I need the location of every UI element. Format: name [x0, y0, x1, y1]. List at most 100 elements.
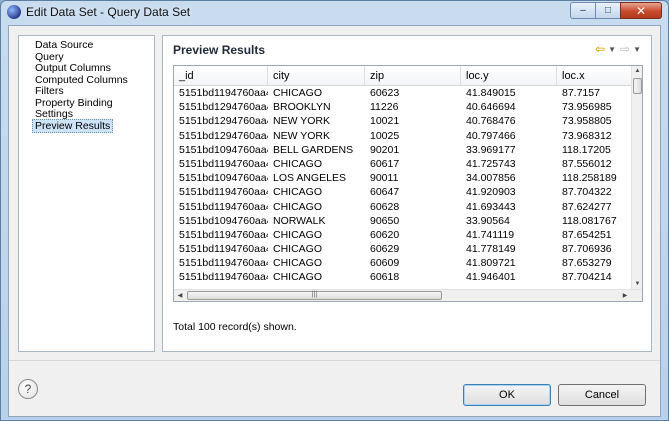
table-row[interactable]: 5151bd1194760aa4... CHICAGO 60617 41.725743… [174, 157, 634, 171]
cell-loc-x: 87.7157 [562, 87, 600, 99]
cell-id: 5151bd1194760aa4... [179, 243, 268, 256]
cell-id: 5151bd1094760aa4... [179, 214, 268, 227]
back-dropdown-icon[interactable]: ▼ [608, 45, 616, 54]
table-row[interactable]: 5151bd1094760aa4... BELL GARDENS 90201 33.9… [174, 143, 634, 157]
table-row[interactable]: 5151bd1194760aa4... CHICAGO 60620 41.741119… [174, 228, 634, 242]
button-bar: ? OK Cancel [9, 360, 660, 416]
forward-arrow-icon[interactable]: ⇨ [620, 42, 630, 56]
nav-item-label: Computed Columns [35, 73, 128, 86]
window-title: Edit Data Set - Query Data Set [26, 5, 191, 19]
minimize-button[interactable]: – [570, 2, 596, 19]
horizontal-scrollbar[interactable]: ◀ ||| ▶ [174, 289, 642, 301]
table-row[interactable]: 5151bd1194760aa4... CHICAGO 60647 41.920903… [174, 185, 634, 199]
cell-zip: 90011 [370, 172, 399, 185]
cell-zip: 60620 [370, 228, 400, 241]
results-table[interactable]: _id city zip loc.y loc.x 5151bd1194760aa… [173, 65, 643, 302]
scroll-right-arrow-icon[interactable]: ▶ [619, 290, 631, 301]
record-count-status: Total 100 record(s) shown. [173, 321, 297, 333]
cell-loc-y: 40.768476 [466, 115, 516, 128]
cell-loc-y: 41.778149 [466, 243, 516, 256]
table-row[interactable]: 5151bd1194760aa4... CHICAGO 60623 41.849015… [174, 86, 634, 100]
cell-id: 5151bd1194760aa4... [179, 228, 268, 241]
cell-city: CHICAGO [273, 257, 323, 270]
table-row[interactable]: 5151bd1094760aa4... LOS ANGELES 90011 34.00… [174, 171, 634, 185]
nav-item-label: Data Source [35, 39, 94, 51]
cell-loc-y: 41.741119 [466, 228, 515, 241]
cell-id: 5151bd1194760aa4... [179, 87, 268, 99]
cell-city: NEW YORK [273, 115, 330, 128]
cell-city: CHICAGO [273, 157, 323, 170]
cell-zip: 90201 [370, 143, 400, 156]
nav-item-label: Filters [35, 85, 64, 97]
cell-id: 5151bd1194760aa4... [179, 271, 268, 284]
cell-id: 5151bd1194760aa4... [179, 186, 268, 199]
cell-zip: 60617 [370, 157, 400, 170]
cell-city: LOS ANGELES [273, 172, 346, 185]
cell-id: 5151bd1194760aa4... [179, 200, 268, 213]
table-row[interactable]: 5151bd1294760aa4... BROOKLYN 11226 40.64669… [174, 100, 634, 114]
cell-loc-y: 41.725743 [466, 157, 516, 170]
close-button[interactable]: ✕ [620, 2, 662, 19]
scroll-left-arrow-icon[interactable]: ◀ [174, 290, 186, 301]
cell-city: CHICAGO [273, 243, 323, 256]
preview-results-panel: Preview Results ⇦ ▼ ⇨ ▼ _id city zip loc… [162, 35, 652, 352]
cell-loc-x: 87.654251 [562, 228, 612, 241]
table-row[interactable]: 5151bd1194760aa4... CHICAGO 60629 41.778149… [174, 242, 634, 256]
column-header-city[interactable]: city [268, 66, 365, 86]
ok-button[interactable]: OK [463, 384, 551, 406]
horizontal-scroll-thumb[interactable]: ||| [187, 291, 442, 300]
title-bar[interactable]: Edit Data Set - Query Data Set – □ ✕ [1, 1, 668, 23]
cell-zip: 60609 [370, 257, 400, 270]
cell-loc-x: 87.704214 [562, 271, 612, 284]
cell-loc-y: 40.797466 [466, 129, 516, 142]
cell-id: 5151bd1194760aa4... [179, 157, 268, 170]
column-header-id[interactable]: _id [174, 66, 268, 86]
table-body: 5151bd1194760aa4... CHICAGO 60623 41.849015… [174, 86, 634, 285]
help-icon[interactable]: ? [18, 379, 38, 399]
table-row[interactable]: 5151bd1094760aa4... NORWALK 90650 33.90564 1… [174, 214, 634, 228]
vertical-scroll-thumb[interactable] [633, 78, 642, 94]
table-row[interactable]: 5151bd1194760aa4... CHICAGO 60609 41.809721… [174, 256, 634, 270]
cell-zip: 60629 [370, 243, 400, 256]
maximize-button[interactable]: □ [595, 2, 621, 19]
column-header-zip[interactable]: zip [365, 66, 461, 86]
cell-loc-y: 41.809721 [466, 257, 516, 270]
back-arrow-icon[interactable]: ⇦ [595, 42, 605, 56]
cell-loc-x: 118.081767 [562, 214, 617, 227]
column-header-loc-x[interactable]: loc.x [557, 66, 634, 86]
cell-zip: 11226 [370, 101, 399, 114]
cell-id: 5151bd1094760aa4... [179, 172, 268, 185]
cell-city: CHICAGO [273, 87, 323, 99]
cell-id: 5151bd1194760aa4... [179, 257, 268, 270]
cell-loc-x: 87.653279 [562, 257, 612, 270]
column-header-loc-y[interactable]: loc.y [461, 66, 557, 86]
page-navigation-list: Data Source Query Output Columns Compute… [18, 35, 155, 352]
forward-dropdown-icon[interactable]: ▼ [633, 45, 641, 54]
cell-loc-x: 87.624277 [562, 200, 612, 213]
table-row[interactable]: 5151bd1294760aa4... NEW YORK 10021 40.76847… [174, 114, 634, 128]
cell-zip: 60647 [370, 186, 400, 199]
table-row[interactable]: 5151bd1294760aa4... NEW YORK 10025 40.79746… [174, 129, 634, 143]
cell-loc-y: 33.969177 [466, 143, 516, 156]
cell-loc-y: 33.90564 [466, 214, 510, 227]
cancel-button[interactable]: Cancel [558, 384, 646, 406]
cell-id: 5151bd1294760aa4... [179, 129, 268, 142]
cell-city: CHICAGO [273, 271, 323, 284]
table-row[interactable]: 5151bd1194760aa4... CHICAGO 60618 41.946401… [174, 270, 634, 284]
cell-loc-x: 73.958805 [562, 115, 612, 128]
vertical-scrollbar[interactable]: ▲ ▼ [631, 66, 642, 290]
cell-loc-y: 40.646694 [466, 101, 516, 114]
cell-id: 5151bd1294760aa4... [179, 101, 268, 114]
table-row[interactable]: 5151bd1194760aa4... CHICAGO 60628 41.693443… [174, 200, 634, 214]
cell-loc-x: 87.704322 [562, 186, 612, 199]
cell-city: BELL GARDENS [273, 143, 354, 156]
nav-item-preview-results[interactable]: Preview Results [19, 118, 154, 133]
history-navigation: ⇦ ▼ ⇨ ▼ [595, 42, 645, 56]
cell-loc-y: 41.920903 [466, 186, 516, 199]
cell-loc-x: 87.706936 [562, 243, 612, 256]
cell-loc-x: 87.556012 [562, 157, 612, 170]
dialog-window: Edit Data Set - Query Data Set – □ ✕ Dat… [0, 0, 669, 421]
page-title: Preview Results [173, 42, 266, 57]
cell-city: CHICAGO [273, 200, 323, 213]
scroll-up-arrow-icon[interactable]: ▲ [632, 66, 642, 77]
